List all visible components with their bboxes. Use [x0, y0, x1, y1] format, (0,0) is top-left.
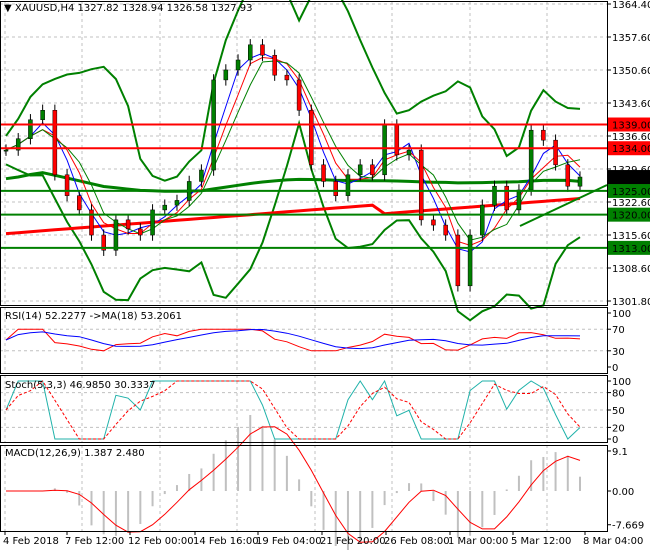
candle — [357, 164, 363, 176]
candle — [577, 176, 583, 187]
candle — [40, 110, 45, 121]
x-tick-label: 19 Feb 04:00 — [256, 536, 322, 547]
candle — [125, 219, 131, 230]
chart-title: ▼ XAUUSD,H4 1327.82 1328.94 1326.58 1327… — [4, 3, 253, 14]
candle — [162, 204, 168, 211]
candle — [504, 185, 509, 211]
candle — [174, 200, 180, 206]
y-tick-label: 20 — [612, 423, 625, 434]
stoch-title: Stoch(5,3,3) 46.9850 30.3337 — [5, 380, 156, 391]
x-tick-label: 12 Feb 00:00 — [128, 536, 194, 547]
candle — [431, 219, 436, 226]
y-tick-label: 100 — [612, 309, 631, 320]
y-tick-label: 0 — [612, 363, 618, 374]
candle — [296, 79, 302, 111]
x-tick-label: 7 Feb 12:00 — [65, 536, 124, 547]
candle — [3, 149, 9, 152]
x-tick-label: 14 Feb 16:00 — [193, 536, 259, 547]
rsi-ma-line — [5, 328, 581, 350]
level-label: 1339.00 — [612, 121, 650, 132]
current-price-label: 1327.93 — [612, 173, 650, 184]
level-label: 1325.00 — [612, 187, 650, 198]
candle — [443, 224, 448, 236]
candle — [370, 164, 375, 176]
y-tick-label: 9.1 — [612, 447, 628, 458]
candle — [248, 44, 253, 61]
y-tick-label: 30 — [612, 347, 625, 358]
x-tick-label: 1 Mar 00:00 — [448, 536, 508, 547]
candle — [284, 74, 290, 81]
candle — [345, 174, 351, 196]
y-tick-label: 1322.60 — [612, 198, 650, 209]
symbol-label: XAUUSD,H4 — [14, 3, 75, 14]
y-tick-label: 1343.60 — [612, 99, 650, 110]
candle — [455, 234, 461, 287]
y-tick-label: 70 — [612, 325, 625, 336]
x-tick-label: 8 Mar 04:00 — [583, 536, 643, 547]
y-tick-label: 1364.40 — [612, 0, 650, 11]
candle — [309, 110, 314, 166]
x-tick-label: 21 Feb 20:00 — [320, 536, 386, 547]
y-tick-label: 1315.60 — [612, 231, 650, 242]
chart-window[interactable]: 1364.401357.601350.601343.601336.601329.… — [0, 0, 650, 550]
y-tick-label: 0 — [612, 435, 618, 446]
candle — [199, 169, 204, 182]
macd-title: MACD(12,26,9) 1.387 2.480 — [5, 448, 145, 459]
level-label: 1313.00 — [612, 244, 650, 255]
candle — [528, 129, 534, 191]
y-tick-label: 50 — [612, 406, 625, 417]
candle — [406, 149, 412, 156]
chart-canvas[interactable]: 1364.401357.601350.601343.601336.601329.… — [0, 0, 650, 550]
y-tick-label: 1301.80 — [612, 297, 650, 308]
level-label: 1334.00 — [612, 144, 650, 155]
low-value: 1326.58 — [166, 3, 208, 14]
y-tick-label: 100 — [612, 377, 631, 388]
candle — [138, 228, 143, 236]
candle — [553, 139, 558, 166]
candle — [235, 59, 241, 71]
y-tick-label: -7.669 — [612, 521, 644, 532]
x-tick-label: 5 Mar 12:00 — [511, 536, 571, 547]
x-tick-label: 26 Feb 08:00 — [384, 536, 450, 547]
y-tick-label: 1357.60 — [612, 33, 650, 44]
bollinger-upper — [5, 0, 581, 182]
level-label: 1320.00 — [612, 211, 650, 222]
candle — [333, 181, 338, 196]
candle — [52, 110, 58, 176]
candle — [382, 124, 387, 176]
close-value: 1327.93 — [211, 3, 253, 14]
candle — [394, 124, 400, 156]
candle — [64, 174, 70, 196]
candle — [565, 164, 571, 187]
candle — [541, 129, 546, 141]
candle — [467, 234, 473, 287]
candle — [77, 195, 82, 211]
panel-border — [0, 1, 608, 306]
y-tick-label: 80 — [612, 389, 625, 400]
candle — [223, 69, 229, 81]
candle — [492, 185, 497, 206]
y-tick-label: 1308.60 — [612, 264, 650, 275]
y-tick-label: 1350.60 — [612, 66, 650, 77]
high-value: 1328.94 — [122, 3, 164, 14]
candle — [260, 44, 265, 56]
y-tick-label: 0.00 — [612, 487, 634, 498]
open-value: 1327.82 — [77, 3, 119, 14]
candle — [272, 54, 277, 76]
candle — [516, 189, 522, 211]
dropdown-triangle-icon[interactable]: ▼ — [4, 3, 12, 14]
candle — [418, 149, 424, 221]
candle — [113, 219, 119, 251]
candle — [480, 204, 485, 236]
x-tick-label: 4 Feb 2018 — [3, 536, 59, 547]
candle — [321, 164, 326, 182]
candle — [28, 119, 33, 139]
rsi-title: RSI(14) 52.2277 ->MA(18) 53.2061 — [5, 311, 182, 322]
